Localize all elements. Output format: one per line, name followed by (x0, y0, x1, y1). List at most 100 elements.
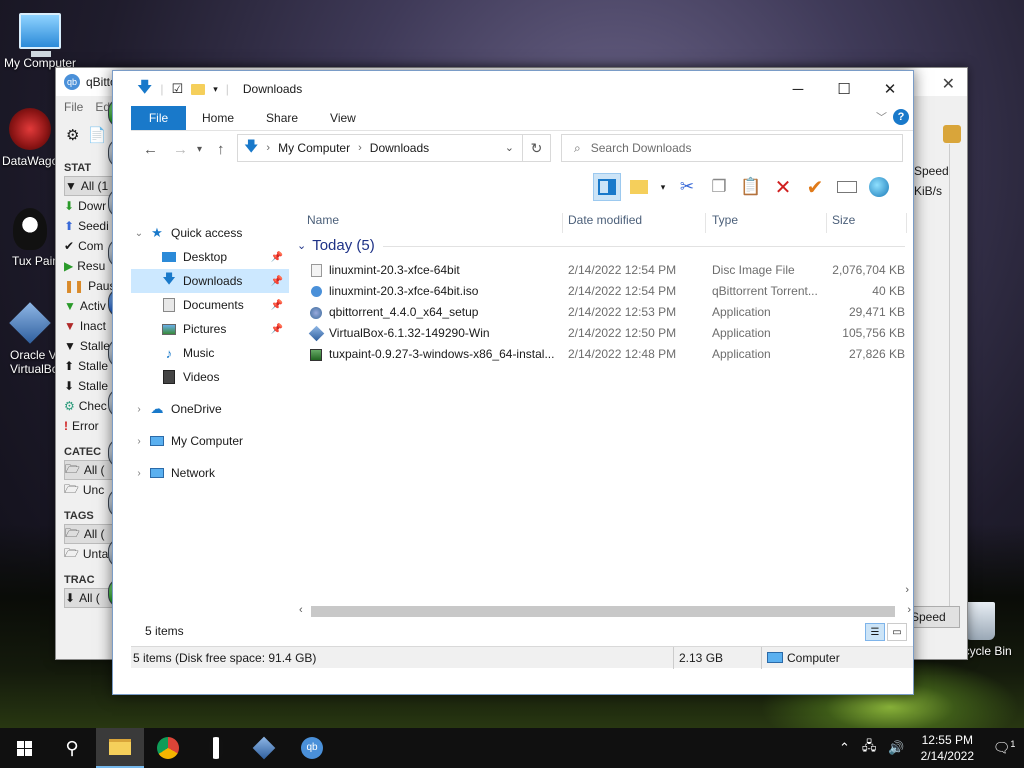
file-row[interactable]: linuxmint-20.3-xfce-64bit 2/14/2022 12:5… (305, 260, 905, 281)
properties-icon[interactable]: ☑ (172, 81, 184, 97)
desktop-icon-datawago[interactable]: DataWago (0, 108, 60, 168)
recent-chevron-icon[interactable]: ▾ (197, 144, 202, 155)
lock-icon[interactable] (943, 125, 961, 143)
nav-music[interactable]: ♪ Music (131, 341, 289, 365)
chevron-right-icon[interactable]: › (131, 436, 147, 447)
computer-icon (767, 652, 783, 663)
tab-file[interactable]: File (131, 106, 186, 130)
pin-icon[interactable]: 📌 (271, 324, 283, 335)
tab-share[interactable]: Share (250, 106, 314, 130)
qbt-scrollbar[interactable] (949, 144, 963, 610)
file-row[interactable]: tuxpaint-0.9.27-3-windows-x86_64-instal.… (305, 344, 905, 365)
back-arrow-icon[interactable]: ← (143, 141, 158, 158)
rename-button[interactable]: ✔ (801, 173, 829, 201)
chevron-right-icon[interactable]: › (131, 404, 147, 415)
details-view-button[interactable]: ☰ (865, 623, 885, 641)
nav-network[interactable]: › Network (131, 461, 289, 485)
file-row[interactable]: VirtualBox-6.1.32-149290-Win 2/14/2022 1… (305, 323, 905, 344)
nav-videos[interactable]: Videos (131, 365, 289, 389)
close-icon[interactable]: ✕ (942, 74, 955, 94)
column-headers: Name Date modified Type Size (297, 207, 913, 233)
desktop-icon-virtualbox[interactable]: Oracle V VirtualBo (0, 302, 60, 376)
forward-arrow-icon[interactable]: → (173, 141, 188, 158)
help-icon[interactable]: ? (893, 109, 909, 125)
up-arrow-icon[interactable]: ↑ (217, 141, 225, 158)
properties-button[interactable] (833, 173, 861, 201)
scroll-left-icon[interactable]: ‹ (299, 604, 303, 616)
file-row[interactable]: qbittorrent_4.4.0_x64_setup 2/14/2022 12… (305, 302, 905, 323)
taskbar-chrome[interactable] (144, 728, 192, 768)
add-file-icon[interactable]: 📄 (87, 126, 106, 144)
paste-button[interactable]: 📋 (737, 173, 765, 201)
column-name[interactable]: Name (307, 213, 339, 227)
maximize-button[interactable]: ☐ (821, 71, 867, 107)
chevron-down-icon[interactable]: ⌄ (131, 228, 147, 239)
clock[interactable]: 12:55 PM 2/14/2022 (911, 732, 984, 764)
column-divider[interactable] (826, 213, 827, 233)
desktop-icon-tux-paint[interactable]: Tux Pain (0, 208, 60, 268)
nav-my-computer[interactable]: › My Computer (131, 429, 289, 453)
pin-icon[interactable]: 📌 (271, 252, 283, 263)
column-divider[interactable] (906, 213, 907, 233)
group-header-today[interactable]: ⌄ Today (5) (297, 237, 375, 254)
search-input[interactable]: ⌕ Search Downloads (561, 134, 903, 162)
nav-onedrive[interactable]: › ☁ OneDrive (131, 397, 289, 421)
taskbar-virtualbox[interactable] (240, 728, 288, 768)
scrollbar-thumb[interactable] (311, 606, 895, 617)
taskbar-tux-paint[interactable] (192, 728, 240, 768)
cut-button[interactable]: ✂ (673, 173, 701, 201)
link-icon[interactable]: ⚙ (66, 126, 79, 144)
tab-view[interactable]: View (314, 106, 372, 130)
minimize-button[interactable]: ─ (775, 71, 821, 107)
nav-pictures[interactable]: Pictures 📌 (131, 317, 289, 341)
scroll-right-icon[interactable]: › (907, 604, 911, 616)
preview-pane-button[interactable] (593, 173, 621, 201)
column-size[interactable]: Size (832, 213, 855, 227)
taskbar-qbittorrent[interactable]: qb (288, 728, 336, 768)
horizontal-scrollbar[interactable]: ‹ › (297, 603, 913, 620)
copy-button[interactable]: ❐ (705, 173, 733, 201)
nav-quick-access[interactable]: ⌄ ★ Quick access (131, 221, 289, 245)
nav-desktop[interactable]: Desktop 📌 (131, 245, 289, 269)
nav-label: Network (171, 466, 216, 480)
expand-ribbon-icon[interactable]: ﹀ (876, 109, 887, 125)
desktop-icon-my-computer[interactable]: My Computer (0, 10, 80, 70)
breadcrumb-root[interactable]: My Computer (278, 141, 350, 155)
column-divider[interactable] (562, 213, 563, 233)
refresh-button[interactable]: ↻ (523, 134, 551, 162)
taskbar-file-explorer[interactable] (96, 728, 144, 768)
file-explorer-window[interactable]: 🡇 | ☑ ▾ | Downloads ─ ☐ ✕ File Home Shar… (112, 70, 914, 695)
chevron-down-icon[interactable]: ▾ (213, 84, 218, 95)
file-row[interactable]: linuxmint-20.3-xfce-64bit.iso 2/14/2022 … (305, 281, 905, 302)
address-bar[interactable]: 🡇 › My Computer › Downloads ⌄ (237, 134, 523, 162)
pin-icon[interactable]: 📌 (271, 300, 283, 311)
tab-home[interactable]: Home (186, 106, 250, 130)
column-divider[interactable] (705, 213, 706, 233)
chevron-up-icon[interactable]: ⌃ (833, 740, 856, 756)
chevron-down-icon[interactable]: ⌄ (505, 141, 514, 154)
large-icons-view-button[interactable]: ▭ (887, 623, 907, 641)
close-button[interactable]: ✕ (867, 71, 913, 107)
quick-access-arrow-icon[interactable]: 🡇 (137, 77, 152, 102)
new-item-dropdown[interactable]: ▾ (657, 173, 669, 201)
pin-icon[interactable]: 📌 (271, 276, 283, 287)
column-type[interactable]: Type (712, 213, 738, 227)
nav-documents[interactable]: Documents 📌 (131, 293, 289, 317)
delete-button[interactable]: ✕ (769, 173, 797, 201)
globe-button[interactable] (865, 173, 893, 201)
network-icon[interactable]: 🖧 (856, 737, 883, 759)
new-item-button[interactable] (625, 173, 653, 201)
notification-center-button[interactable]: 🗨1 (984, 739, 1024, 757)
start-button[interactable] (0, 728, 48, 768)
explorer-titlebar[interactable]: 🡇 | ☑ ▾ | Downloads ─ ☐ ✕ (113, 71, 913, 107)
breadcrumb-current[interactable]: Downloads (370, 141, 429, 155)
new-folder-icon[interactable] (191, 83, 206, 95)
nav-downloads[interactable]: 🡇 Downloads 📌 (131, 269, 289, 293)
column-date[interactable]: Date modified (568, 213, 642, 227)
qbt-menu-file[interactable]: File (64, 100, 83, 114)
volume-icon[interactable]: 🔊 (882, 740, 910, 756)
play-icon: ▶ (64, 259, 74, 273)
chevron-right-icon[interactable]: › (131, 468, 147, 479)
search-button[interactable]: ⚲ (48, 728, 96, 768)
scroll-right-icon[interactable]: › (905, 584, 909, 596)
